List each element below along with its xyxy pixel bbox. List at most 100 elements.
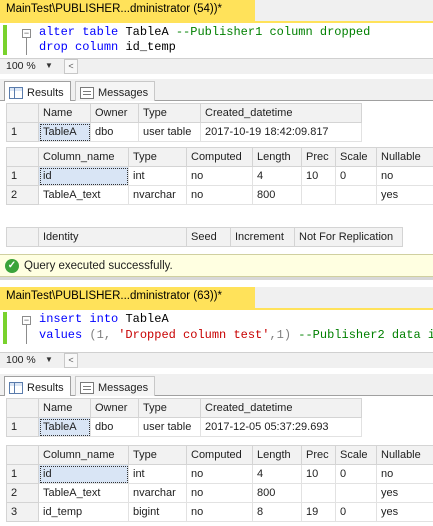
- column-header[interactable]: Identity: [38, 227, 187, 247]
- grid-cell[interactable]: no: [376, 166, 433, 186]
- column-header[interactable]: Created_datetime: [200, 398, 362, 418]
- row-number[interactable]: 1: [6, 166, 39, 186]
- corner-cell[interactable]: [6, 445, 39, 465]
- column-header[interactable]: Name: [38, 398, 91, 418]
- tab-messages[interactable]: Messages: [75, 81, 156, 101]
- grid-cell[interactable]: 10: [301, 166, 336, 186]
- column-header[interactable]: Type: [138, 103, 201, 123]
- row-number[interactable]: 2: [6, 185, 39, 205]
- grid-cell[interactable]: id: [38, 166, 129, 186]
- grid-cell[interactable]: 2017-10-19 18:42:09.817: [200, 122, 362, 142]
- column-header[interactable]: Type: [128, 445, 187, 465]
- grid-cell[interactable]: 4: [252, 464, 302, 484]
- grid-cell[interactable]: no: [186, 185, 253, 205]
- column-header[interactable]: Scale: [335, 445, 377, 465]
- query-tab-1[interactable]: MainTest\PUBLISHER...dministrator (54))*: [0, 0, 255, 21]
- column-header[interactable]: Prec: [301, 445, 336, 465]
- grid-cell[interactable]: 10: [301, 464, 336, 484]
- grid-cell[interactable]: [335, 185, 377, 205]
- tab-results[interactable]: Results: [4, 81, 71, 102]
- grid-cell[interactable]: 19: [301, 502, 336, 522]
- corner-cell[interactable]: [6, 147, 39, 167]
- grid-cell[interactable]: dbo: [90, 122, 139, 142]
- column-header[interactable]: Column_name: [38, 445, 129, 465]
- zoom-level[interactable]: 100 %: [6, 354, 36, 366]
- column-header[interactable]: Nullable: [376, 445, 433, 465]
- grid-cell[interactable]: yes: [376, 185, 433, 205]
- corner-cell[interactable]: [6, 227, 39, 247]
- grid-cell[interactable]: 800: [252, 185, 302, 205]
- column-header[interactable]: Computed: [186, 147, 253, 167]
- grid-cell[interactable]: no: [186, 166, 253, 186]
- grid-cell[interactable]: id: [38, 464, 129, 484]
- row-number[interactable]: 1: [6, 417, 39, 437]
- grid-cell[interactable]: user table: [138, 122, 201, 142]
- grid-cell[interactable]: dbo: [90, 417, 139, 437]
- grid-cell[interactable]: [335, 483, 377, 503]
- grid-cell[interactable]: 4: [252, 166, 302, 186]
- column-header[interactable]: Owner: [90, 103, 139, 123]
- query-editor-1[interactable]: − alter table TableA --Publisher1 column…: [0, 23, 433, 58]
- column-header[interactable]: Length: [252, 445, 302, 465]
- grid-cell[interactable]: int: [128, 166, 187, 186]
- grid-cell[interactable]: no: [186, 502, 253, 522]
- row-number[interactable]: 2: [6, 483, 39, 503]
- tab-results[interactable]: Results: [4, 376, 71, 397]
- grid-cell[interactable]: TableA: [38, 122, 91, 142]
- grid-cell[interactable]: 8: [252, 502, 302, 522]
- column-header[interactable]: Prec: [301, 147, 336, 167]
- column-header[interactable]: Length: [252, 147, 302, 167]
- table-info-grid: Name Owner Type Created_datetime 1 Table…: [6, 103, 362, 142]
- grid-cell[interactable]: TableA: [38, 417, 91, 437]
- tab-messages[interactable]: Messages: [75, 376, 156, 396]
- grid-cell[interactable]: user table: [138, 417, 201, 437]
- grid-cell[interactable]: TableA_text: [38, 185, 129, 205]
- grid-cell[interactable]: [301, 185, 336, 205]
- grid-cell[interactable]: 2017-12-05 05:37:29.693: [200, 417, 362, 437]
- query-editor-2[interactable]: − insert into TableA values (1, 'Dropped…: [0, 310, 433, 352]
- column-header[interactable]: Type: [128, 147, 187, 167]
- grid-cell[interactable]: yes: [376, 483, 433, 503]
- corner-cell[interactable]: [6, 103, 39, 123]
- grid-cell[interactable]: no: [376, 464, 433, 484]
- column-header[interactable]: Column_name: [38, 147, 129, 167]
- column-header[interactable]: Computed: [186, 445, 253, 465]
- column-header[interactable]: Scale: [335, 147, 377, 167]
- grid-cell[interactable]: 0: [335, 464, 377, 484]
- chevron-down-icon[interactable]: ▼: [45, 61, 53, 70]
- grid-cell[interactable]: 0: [335, 166, 377, 186]
- column-header[interactable]: Name: [38, 103, 91, 123]
- column-header[interactable]: Created_datetime: [200, 103, 362, 123]
- column-header[interactable]: Type: [138, 398, 201, 418]
- zoom-level[interactable]: 100 %: [6, 60, 36, 72]
- grid-cell[interactable]: nvarchar: [128, 483, 187, 503]
- collapse-icon[interactable]: −: [22, 316, 31, 325]
- grid-cell[interactable]: 800: [252, 483, 302, 503]
- grid-cell[interactable]: no: [186, 464, 253, 484]
- column-header[interactable]: Nullable: [376, 147, 433, 167]
- chevron-left-icon[interactable]: <: [64, 353, 78, 368]
- row-number[interactable]: 1: [6, 464, 39, 484]
- row-number[interactable]: 3: [6, 502, 39, 522]
- grid-cell[interactable]: id_temp: [38, 502, 129, 522]
- column-header[interactable]: Increment: [230, 227, 295, 247]
- grid-cell[interactable]: bigint: [128, 502, 187, 522]
- chevron-left-icon[interactable]: <: [64, 59, 78, 74]
- grid-cell[interactable]: yes: [376, 502, 433, 522]
- grid-cell[interactable]: nvarchar: [128, 185, 187, 205]
- column-header[interactable]: Not For Replication: [294, 227, 403, 247]
- grid-cell[interactable]: int: [128, 464, 187, 484]
- row-number[interactable]: 1: [6, 122, 39, 142]
- grid-cell[interactable]: [301, 483, 336, 503]
- corner-cell[interactable]: [6, 398, 39, 418]
- chevron-down-icon[interactable]: ▼: [45, 355, 53, 364]
- grid-cell[interactable]: no: [186, 483, 253, 503]
- column-header[interactable]: Owner: [90, 398, 139, 418]
- grid-cell[interactable]: 0: [335, 502, 377, 522]
- column-info-grid: Column_name Type Computed Length Prec Sc…: [6, 147, 433, 205]
- window-separator: [0, 277, 433, 280]
- grid-cell[interactable]: TableA_text: [38, 483, 129, 503]
- query-tab-2[interactable]: MainTest\PUBLISHER...dministrator (63))*: [0, 287, 255, 308]
- column-header[interactable]: Seed: [186, 227, 231, 247]
- collapse-icon[interactable]: −: [22, 29, 31, 38]
